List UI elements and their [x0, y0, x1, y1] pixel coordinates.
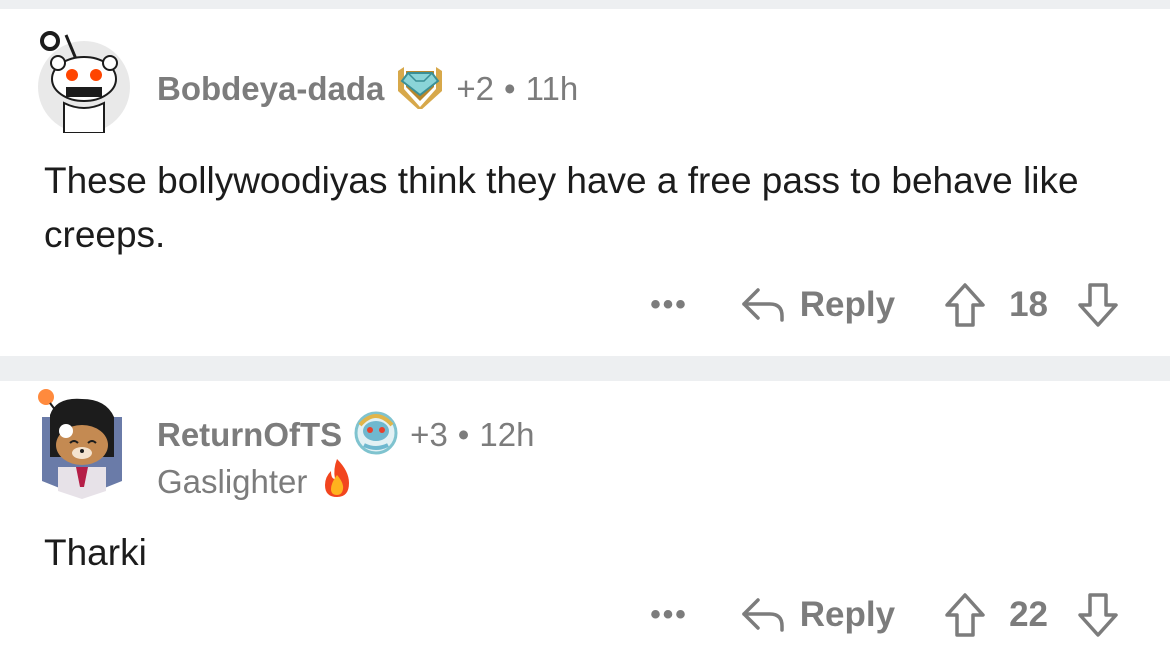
reply-label: Reply	[799, 285, 896, 324]
reply-arrow-icon	[742, 288, 784, 322]
vote-score: 22	[1009, 595, 1048, 634]
upvote-arrow-icon[interactable]	[943, 591, 987, 639]
avatar[interactable]	[36, 29, 132, 134]
karma-delta: +3	[410, 415, 448, 453]
comment-header: ReturnOfTS +3 • 12h	[157, 409, 534, 460]
vote-score: 18	[1009, 285, 1048, 324]
username[interactable]: Bobdeya-dada	[157, 70, 384, 108]
reply-button[interactable]: Reply	[740, 285, 895, 325]
downvote-arrow-icon[interactable]	[1076, 591, 1120, 639]
comment-divider	[0, 356, 1170, 381]
username[interactable]: ReturnOfTS	[157, 416, 342, 454]
reply-arrow-icon	[742, 598, 784, 632]
flair-text: Gaslighter	[157, 463, 308, 500]
downvote-arrow-icon[interactable]	[1076, 281, 1120, 329]
comment-body: Tharki	[44, 532, 147, 573]
separator-dot: •	[457, 415, 470, 453]
snoo-helmet-award-icon	[352, 409, 400, 460]
more-options-button[interactable]: •••	[650, 290, 688, 320]
karma-delta: +2	[456, 69, 494, 107]
more-options-button[interactable]: •••	[650, 600, 688, 630]
comment-actions: ••• Reply 18	[650, 281, 1120, 329]
user-flair: Gaslighter	[157, 457, 355, 507]
reply-label: Reply	[799, 595, 896, 634]
comment-age: 11h	[525, 69, 579, 107]
reply-button[interactable]: Reply	[740, 595, 895, 635]
comment-body: These bollywoodiyas think they have a fr…	[44, 160, 1079, 255]
diamond-shield-award-icon	[394, 63, 446, 114]
comment-header: Bobdeya-dada +2 • 11h	[157, 63, 578, 114]
comment: ReturnOfTS +3 • 12h Gaslighter Tharki ••…	[0, 381, 1170, 671]
vote-controls: 22	[943, 591, 1120, 639]
separator-dot: •	[504, 69, 516, 107]
top-divider	[0, 0, 1170, 9]
upvote-arrow-icon[interactable]	[943, 281, 987, 329]
comment: Bobdeya-dada +2 • 11h These bollywoodiya…	[0, 9, 1170, 356]
avatar[interactable]	[36, 387, 128, 503]
vote-controls: 18	[943, 281, 1120, 329]
fire-icon	[319, 457, 355, 507]
comment-actions: ••• Reply 22	[650, 591, 1120, 639]
comment-age: 12h	[479, 415, 535, 453]
